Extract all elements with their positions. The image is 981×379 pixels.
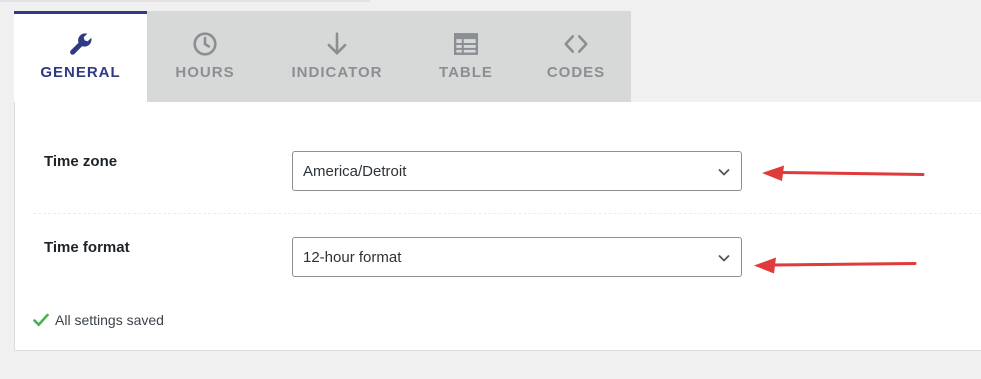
tab-indicator[interactable]: INDICATOR: [263, 11, 411, 102]
wrench-icon: [68, 29, 94, 59]
settings-tab-bar: GENERAL HOURS INDICATOR TABLE CODES: [14, 11, 631, 102]
clock-icon: [192, 29, 218, 59]
timeformat-select[interactable]: 12-hour format: [292, 237, 742, 277]
red-annotation-arrow: [762, 165, 925, 181]
chevron-down-icon: [717, 251, 731, 269]
tab-label: TABLE: [439, 64, 493, 81]
tab-label: INDICATOR: [291, 64, 383, 81]
code-icon: [563, 29, 589, 59]
tab-label: CODES: [546, 64, 606, 81]
timezone-select[interactable]: America/Detroit: [292, 151, 742, 191]
tab-codes[interactable]: CODES: [521, 11, 631, 102]
chevron-down-icon: [717, 165, 731, 183]
save-status-text: All settings saved: [55, 312, 164, 328]
tab-label: HOURS: [175, 64, 235, 81]
tab-general[interactable]: GENERAL: [14, 11, 147, 102]
arrow-down-icon: [324, 29, 350, 59]
table-icon: [453, 29, 479, 59]
row-divider: [33, 213, 981, 214]
checkmark-icon: [33, 312, 49, 328]
timeformat-label: Time format: [44, 239, 130, 256]
tab-table[interactable]: TABLE: [411, 11, 521, 102]
timeformat-value: 12-hour format: [303, 248, 402, 266]
save-status: All settings saved: [33, 312, 164, 328]
top-border-line: [0, 0, 370, 2]
timezone-label: Time zone: [44, 153, 118, 170]
tab-label: GENERAL: [40, 64, 121, 81]
tab-hours[interactable]: HOURS: [147, 11, 263, 102]
red-annotation-arrow: [754, 257, 917, 274]
timezone-value: America/Detroit: [303, 162, 407, 180]
general-settings-panel: Time zone America/Detroit Time format 12…: [14, 102, 981, 351]
